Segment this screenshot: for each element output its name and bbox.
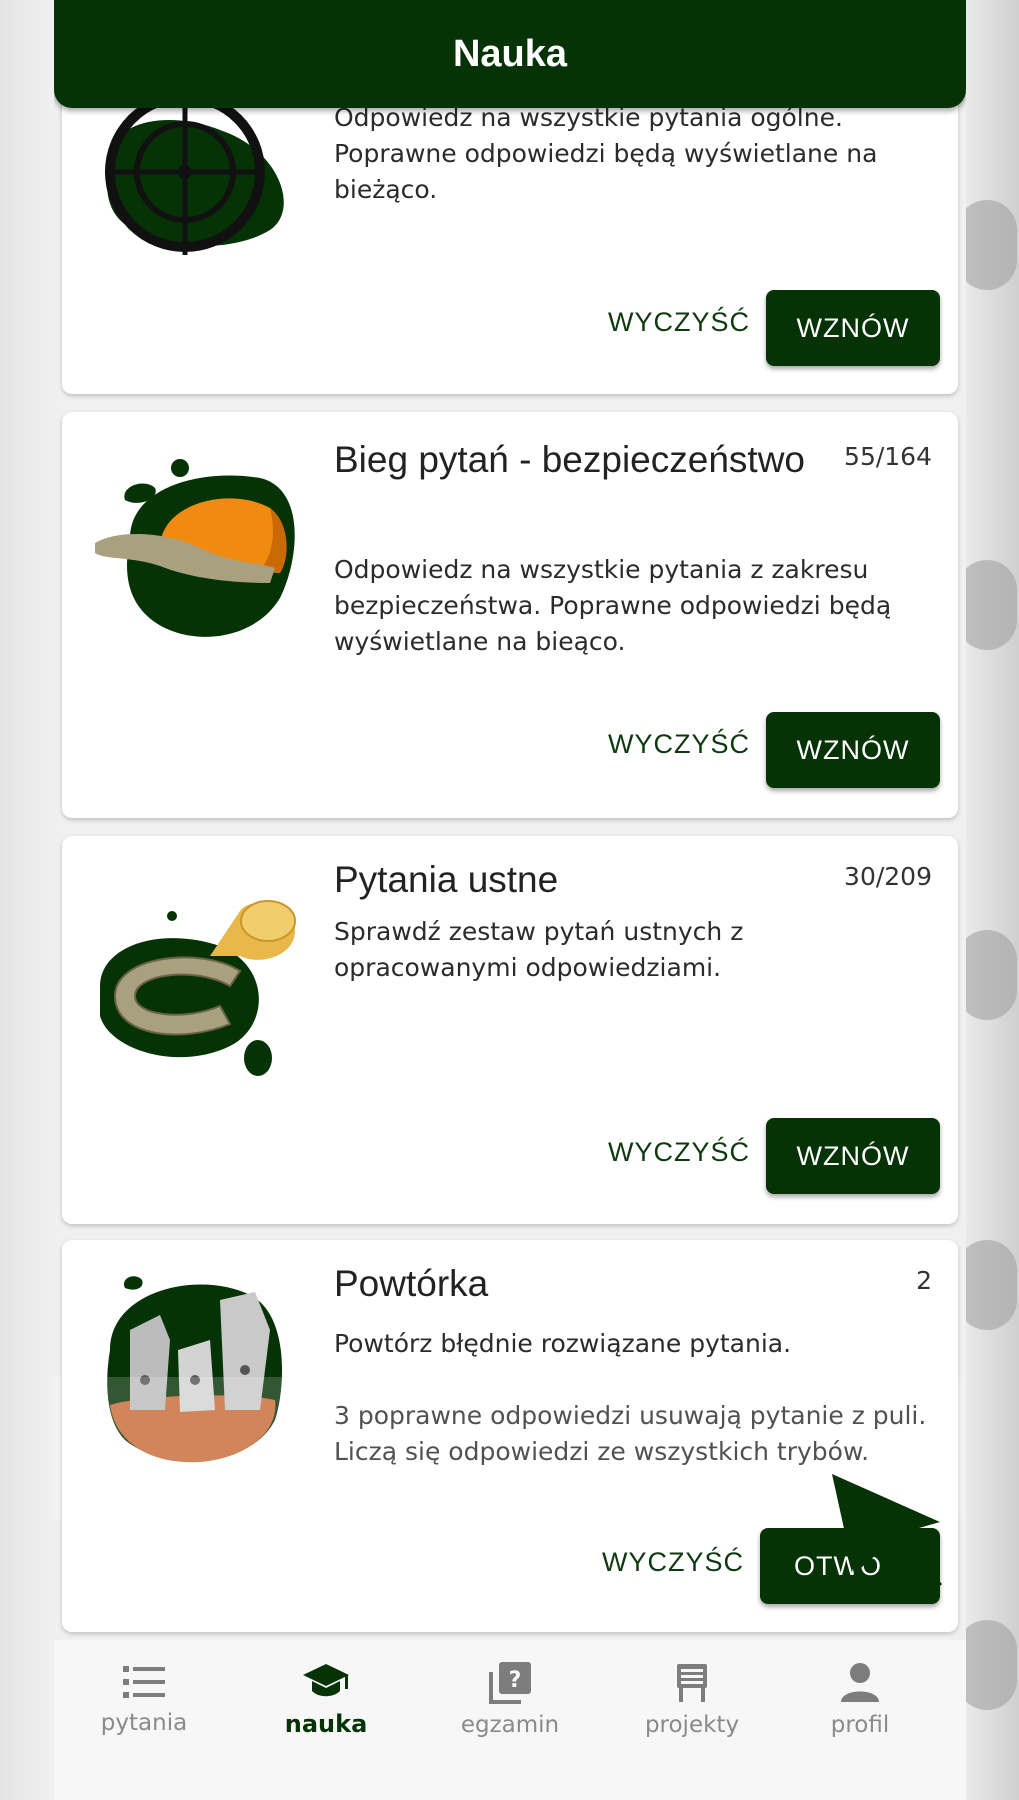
nav-label: nauka <box>284 1710 368 1738</box>
list-icon <box>123 1666 165 1698</box>
progress-count: 2 <box>916 1266 932 1295</box>
nav-item-nauka[interactable]: nauka <box>256 1660 396 1738</box>
card-description: Sprawdź zestaw pytań ustnych z opracowan… <box>334 917 744 982</box>
svg-text:?: ? <box>509 1668 522 1693</box>
person-icon <box>841 1663 879 1702</box>
card-oral-questions: Pytania ustne 30/209 Sprawdź zestaw pyta… <box>62 836 958 1224</box>
progress-count: 55/164 <box>844 442 932 471</box>
card-description: Powtórz błędnie rozwiązane pytania. <box>334 1329 792 1358</box>
app-header: Nauka <box>54 0 966 108</box>
progress-count: 30/209 <box>844 862 932 891</box>
card-description: Odpowiedz na wszystkie pytania ogólne. P… <box>334 103 878 204</box>
clipboard-icon <box>677 1664 707 1702</box>
crosshair-illustration <box>90 80 290 280</box>
card-safety-run: Bieg pytań - bezpieczeństwo 55/164 Odpow… <box>62 412 958 818</box>
clear-button[interactable]: WYCZYŚĆ <box>596 1546 750 1579</box>
graduation-cap-icon <box>303 1664 349 1697</box>
nav-item-pytania[interactable]: pytania <box>74 1660 214 1736</box>
card-general-run: Odpowiedz na wszystkie pytania ogólne. P… <box>62 60 958 394</box>
nav-item-egzamin[interactable]: ? egzamin <box>440 1660 580 1738</box>
nav-label: pytania <box>100 1710 188 1736</box>
card-title: Bieg pytań - bezpieczeństwo <box>334 439 805 480</box>
card-title: Powtórka <box>334 1263 489 1304</box>
clear-button[interactable]: WYCZYŚĆ <box>602 306 756 339</box>
nav-label: profil <box>830 1712 890 1738</box>
video-overlay-bar <box>54 1377 966 1519</box>
nav-item-profil[interactable]: profil <box>790 1660 930 1738</box>
page-title: Nauka <box>452 32 568 75</box>
question-box-icon: ? <box>489 1662 531 1704</box>
cursor-icon <box>832 1474 962 1608</box>
clear-button[interactable]: WYCZYŚĆ <box>602 728 756 761</box>
nav-label: egzamin <box>460 1712 560 1738</box>
nav-item-projekty[interactable]: projekty <box>622 1660 762 1738</box>
cap-illustration <box>90 448 295 648</box>
card-title: Pytania ustne <box>334 859 559 900</box>
card-description: Odpowiedz na wszystkie pytania z zakresu… <box>334 555 892 656</box>
nav-label: projekty <box>644 1712 740 1738</box>
clear-button[interactable]: WYCZYŚĆ <box>602 1136 756 1169</box>
hunting-horn-illustration <box>90 886 296 1086</box>
bottom-navigation: pytania nauka ? egzamin projekty profil <box>54 1640 966 1800</box>
resume-button[interactable]: WZNÓW <box>766 290 940 366</box>
resume-button[interactable]: WZNÓW <box>766 712 940 788</box>
app-screen: Nauka Odpowiedz na wszystkie pytania ogó… <box>54 0 966 1800</box>
resume-button[interactable]: WZNÓW <box>766 1118 940 1194</box>
